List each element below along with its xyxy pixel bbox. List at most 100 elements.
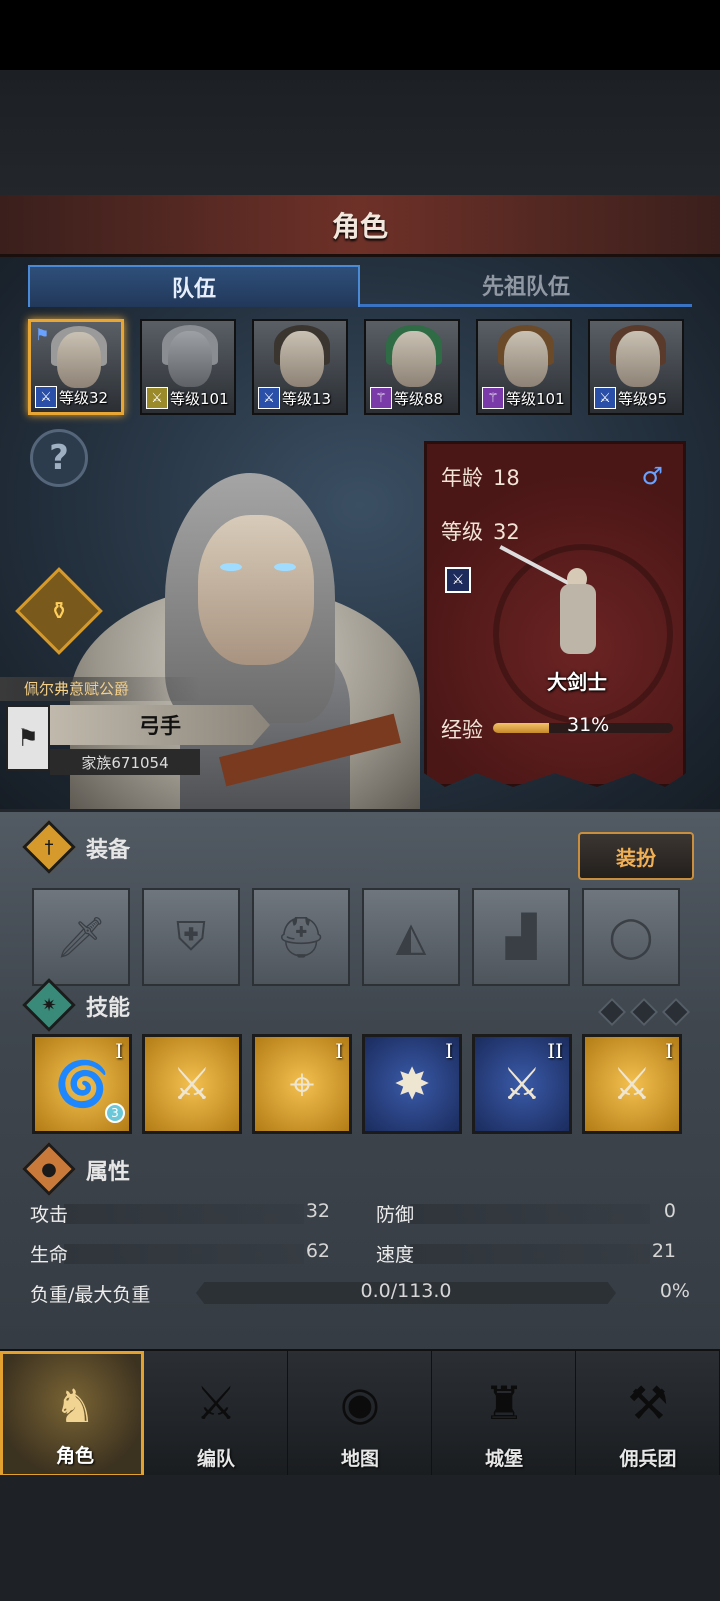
age-label: 年龄 xyxy=(441,466,483,490)
castle-icon: ♜ xyxy=(483,1376,525,1430)
roster-portrait[interactable]: ⚚ 等级88 xyxy=(364,319,460,415)
weapon-slot[interactable]: 🗡 xyxy=(32,888,130,986)
dagger-icon: † xyxy=(44,836,54,858)
xp-label: 经验 xyxy=(441,718,483,742)
family-banner-icon[interactable]: ⚑ xyxy=(6,705,50,771)
nav-formation[interactable]: ⚔ 编队 xyxy=(144,1351,288,1477)
load-row: 负重/最大负重 0.0/113.0 0% xyxy=(30,1278,690,1308)
shield-slot[interactable]: ⛨ xyxy=(142,888,240,986)
portrait-face xyxy=(57,332,101,388)
hero-class-label: 弓手 xyxy=(50,705,270,745)
roster-portrait[interactable]: ⚑ ⚔ 等级32 xyxy=(28,319,124,415)
stat-speed: 速度 21 xyxy=(376,1240,676,1268)
portrait-level: 等级101 xyxy=(170,390,229,408)
map-compass-icon: ◉ xyxy=(339,1376,381,1430)
nav-mercenary[interactable]: ⚒ 佣兵团 xyxy=(576,1351,720,1477)
skill-row: 🌀 I 3 ⚔ ⌖ I ✸ I ⚔ II ⚔ I xyxy=(32,1034,692,1138)
shield-icon: ⛨ xyxy=(176,914,206,960)
helmet-slot[interactable]: ⛑ xyxy=(252,888,350,986)
potion-icon: ⚱ xyxy=(48,597,70,625)
portrait-face xyxy=(168,331,212,387)
equipment-label: 装备 xyxy=(86,838,131,863)
attributes-badge: ● xyxy=(22,1142,76,1196)
header-strip xyxy=(74,1156,614,1184)
ring-icon: ◯ xyxy=(608,914,654,960)
load-label: 负重/最大负重 xyxy=(30,1284,151,1306)
gem-slot-icon xyxy=(629,997,659,1027)
shield-burst-icon: ✸ xyxy=(393,1058,431,1110)
nav-character[interactable]: ♞ 角色 xyxy=(0,1351,144,1477)
title-bar: 角色 xyxy=(0,195,720,257)
dress-up-button[interactable]: 装扮 xyxy=(578,832,694,880)
roster-portrait[interactable]: ⚔ 等级95 xyxy=(588,319,684,415)
nav-castle[interactable]: ♜ 城堡 xyxy=(432,1351,576,1477)
crossed-swords-icon: ⚔ xyxy=(612,1058,652,1110)
ring-slot[interactable]: ◯ xyxy=(582,888,680,986)
formation-icon: ⚔ xyxy=(195,1376,237,1430)
stat-value: 62 xyxy=(305,1240,330,1262)
load-value: 0.0/113.0 xyxy=(360,1280,452,1302)
level-value: 32 xyxy=(493,520,520,544)
skill-gem-slots xyxy=(597,997,694,1027)
attributes-header: ● 属性 xyxy=(22,1142,684,1196)
hero-title: 佩尔弗意赋公爵 xyxy=(0,677,200,701)
roster-portrait[interactable]: ⚚ 等级101 xyxy=(476,319,572,415)
skill-slot[interactable]: ⚔ II xyxy=(472,1034,572,1134)
stat-defense: 防御 0 xyxy=(376,1200,676,1228)
helmet-icon: ⛑ xyxy=(275,914,327,961)
portrait-level: 等级32 xyxy=(59,389,109,407)
attributes-label: 属性 xyxy=(86,1160,131,1185)
nav-label: 地图 xyxy=(340,1448,379,1470)
mercenary-icon: ⚒ xyxy=(627,1376,669,1430)
info-card: 年龄 18 ♂ 等级 32 ⚔ 大剑士 经验 31% xyxy=(424,441,686,787)
boots-slot[interactable]: ▟ xyxy=(472,888,570,986)
stat-attack: 攻击 32 xyxy=(30,1200,330,1228)
knight-icon: ♞ xyxy=(54,1379,96,1433)
skill-slot[interactable]: ⚔ xyxy=(142,1034,242,1134)
sword-class-icon: ⚔ xyxy=(35,386,57,408)
gem-slot-icon xyxy=(597,997,627,1027)
top-backdrop xyxy=(0,70,720,195)
skill-slot[interactable]: ⚔ I xyxy=(582,1034,682,1134)
detail-panel: † 装备 装扮 🗡 ⛨ ⛑ ◭ ▟ ◯ ✷ 技能 🌀 I 3 ⚔ ⌖ I ✸ I… xyxy=(0,809,720,1349)
sword-class-icon: ⚔ xyxy=(445,567,471,593)
page-title: 角色 xyxy=(331,209,388,243)
stat-bar xyxy=(410,1244,650,1264)
roster: ⚑ ⚔ 等级32 ⚔ 等级101 ⚔ 等级13 ⚚ 等级88 ⚚ 等级101 ⚔… xyxy=(28,319,692,415)
team-tabs: 队伍 先祖队伍 xyxy=(28,265,692,307)
sword-class-icon: ⚔ xyxy=(594,387,616,409)
level-row: 等级 32 xyxy=(441,516,520,546)
tab-ancestor-team[interactable]: 先祖队伍 xyxy=(360,265,692,307)
tab-team[interactable]: 队伍 xyxy=(28,265,360,307)
stat-bar xyxy=(410,1204,650,1224)
nav-label: 佣兵团 xyxy=(619,1448,677,1470)
load-percent: 0% xyxy=(659,1280,690,1302)
skill-slot[interactable]: ⌖ I xyxy=(252,1034,352,1134)
roster-portrait[interactable]: ⚔ 等级101 xyxy=(140,319,236,415)
person-icon: ● xyxy=(41,1158,57,1180)
bow-class-icon: ⚔ xyxy=(146,387,168,409)
skill-rank: I xyxy=(665,1039,673,1063)
skills-badge: ✷ xyxy=(22,978,76,1032)
stat-value: 0 xyxy=(663,1200,676,1222)
portrait-face xyxy=(392,331,436,387)
star-burst-icon: ✷ xyxy=(41,994,57,1016)
hero-eye xyxy=(220,563,242,571)
figure-body xyxy=(560,584,596,654)
nav-map[interactable]: ◉ 地图 xyxy=(288,1351,432,1477)
armor-slot[interactable]: ◭ xyxy=(362,888,460,986)
skill-slot[interactable]: 🌀 I 3 xyxy=(32,1034,132,1134)
skill-rank: II xyxy=(547,1039,563,1063)
stat-label: 防御 xyxy=(376,1204,415,1226)
skills-label: 技能 xyxy=(86,996,131,1021)
sword-aura-icon: ⚔ xyxy=(172,1058,212,1110)
armor-icon: ◭ xyxy=(395,914,427,960)
leader-flag-icon: ⚑ xyxy=(35,325,50,344)
bottom-backdrop xyxy=(0,1475,720,1601)
skill-slot[interactable]: ✸ I xyxy=(362,1034,462,1134)
target-strike-icon: ⌖ xyxy=(289,1058,315,1110)
nav-label: 角色 xyxy=(55,1445,94,1467)
family-id: 家族671054 xyxy=(50,749,200,775)
stat-label: 速度 xyxy=(376,1244,415,1266)
roster-portrait[interactable]: ⚔ 等级13 xyxy=(252,319,348,415)
